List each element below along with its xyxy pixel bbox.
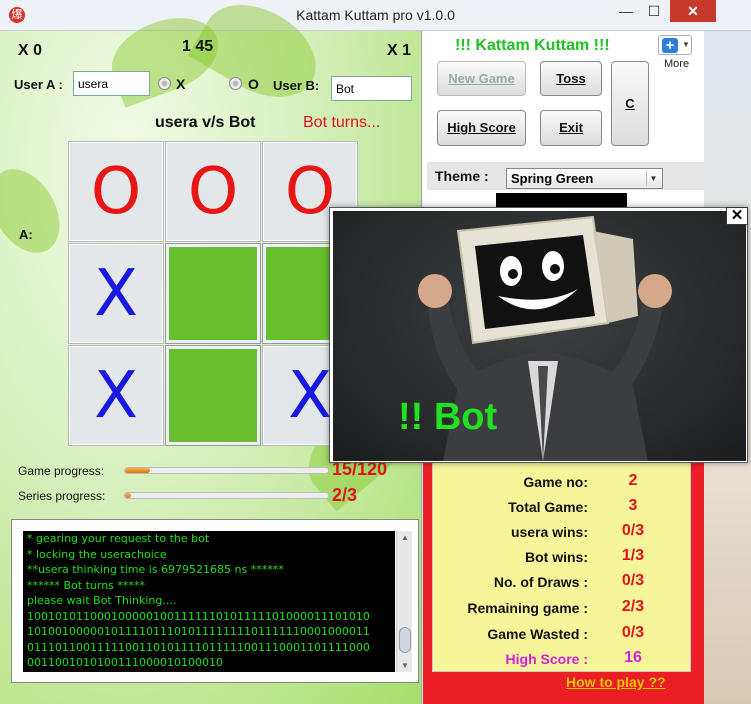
o-mark: O bbox=[284, 155, 336, 229]
board-cell[interactable]: O bbox=[68, 141, 164, 242]
stat-value: 16 bbox=[624, 649, 642, 666]
usera-input[interactable] bbox=[73, 71, 150, 96]
theme-select[interactable]: Spring Green ▼ bbox=[506, 168, 663, 189]
game-board: OOOXXX bbox=[68, 141, 360, 451]
stat-value: 1/3 bbox=[621, 547, 645, 564]
stat-label: High Score : bbox=[505, 651, 588, 667]
close-window-button[interactable]: ✕ bbox=[670, 0, 716, 22]
stat-value: 0/3 bbox=[621, 522, 645, 539]
app-name-heading: !!! Kattam Kuttam !!! bbox=[455, 37, 610, 54]
console-scrollbar[interactable]: ▲ ▼ bbox=[396, 531, 412, 672]
log-line: * gearing your request to the bot bbox=[27, 532, 210, 545]
stat-value: 0/3 bbox=[621, 572, 645, 589]
computer-head-man-illustration bbox=[418, 215, 672, 461]
stat-label: Game no: bbox=[523, 474, 588, 490]
stat-label: No. of Draws : bbox=[493, 574, 588, 590]
log-line: 1001010110001000001001111110101111101000… bbox=[27, 609, 370, 623]
radio-x[interactable] bbox=[158, 77, 171, 90]
stat-label: Total Game: bbox=[508, 499, 588, 515]
userb-input[interactable] bbox=[331, 76, 412, 101]
log-line: * locking the userachoice bbox=[27, 547, 167, 561]
x-mark: X bbox=[94, 359, 138, 433]
score-user-b: X 1 bbox=[387, 42, 412, 59]
stat-value: 2/3 bbox=[621, 598, 645, 615]
radio-o-label: O bbox=[248, 76, 259, 92]
board-cell[interactable] bbox=[165, 243, 261, 344]
more-label: More bbox=[664, 58, 690, 70]
exit-button[interactable]: Exit bbox=[540, 110, 602, 146]
popup-close-button[interactable]: ✕ bbox=[726, 207, 748, 225]
x-mark: X bbox=[288, 359, 332, 433]
theme-row: Theme : Spring Green ▼ bbox=[427, 162, 704, 190]
leaf-decoration bbox=[0, 157, 74, 265]
log-line: please wait Bot Thinking.... bbox=[27, 594, 177, 607]
stat-label: Game Wasted : bbox=[487, 626, 588, 642]
stat-label: usera wins: bbox=[510, 524, 588, 540]
usera-label: User A : bbox=[14, 77, 63, 92]
title-bar: 爆 Kattam Kuttam pro v1.0.0 — ☐ ✕ bbox=[0, 0, 751, 31]
series-progress-label: Series progress: bbox=[18, 489, 106, 503]
scroll-thumb[interactable] bbox=[399, 627, 411, 653]
toss-button[interactable]: Toss bbox=[540, 61, 602, 96]
stat-label: Remaining game : bbox=[467, 600, 588, 616]
series-progress-fill bbox=[125, 493, 132, 498]
radio-x-label: X bbox=[176, 76, 186, 92]
caret-down-icon: ▼ bbox=[682, 40, 690, 49]
new-game-button[interactable]: New Game bbox=[437, 61, 526, 96]
series-progress-value: 2/3 bbox=[332, 485, 358, 505]
board-cell[interactable]: X bbox=[68, 243, 164, 344]
bot-popup: !! Bot bbox=[329, 207, 748, 463]
chevron-down-icon[interactable]: ▼ bbox=[646, 171, 660, 186]
stat-value: 0/3 bbox=[621, 624, 645, 641]
score-user-a: X 0 bbox=[18, 42, 43, 59]
a-label: A: bbox=[19, 227, 33, 242]
turn-status: Bot turns... bbox=[303, 114, 381, 131]
stats-panel: Game no: 2 Total Game: 3 usera wins: 0/3 Bot w… bbox=[432, 461, 691, 672]
high-score-button[interactable]: High Score bbox=[437, 110, 526, 146]
game-progress-fill bbox=[125, 468, 151, 473]
app-window: 爆 Kattam Kuttam pro v1.0.0 — ☐ ✕ X 0 1 4… bbox=[0, 0, 751, 704]
c-button[interactable]: C bbox=[611, 61, 649, 146]
o-mark: O bbox=[187, 155, 239, 229]
minimize-button[interactable]: — bbox=[612, 0, 640, 22]
radio-o[interactable] bbox=[229, 77, 242, 90]
scroll-down-icon[interactable]: ▼ bbox=[401, 661, 409, 670]
board-cell[interactable]: O bbox=[165, 141, 261, 242]
o-mark: O bbox=[90, 155, 142, 229]
scroll-up-icon[interactable]: ▲ bbox=[401, 533, 409, 542]
log-output[interactable]: * gearing your request to the bot * lock… bbox=[23, 531, 395, 672]
userb-label: User B: bbox=[273, 78, 320, 93]
stat-value: 3 bbox=[628, 497, 638, 514]
popup-message: !! Bot bbox=[398, 396, 498, 438]
bot-image: !! Bot bbox=[333, 211, 746, 461]
theme-label: Theme : bbox=[435, 168, 489, 184]
board-cell[interactable] bbox=[165, 345, 261, 446]
plus-icon: + bbox=[662, 38, 678, 53]
log-line: ****** Bot turns ***** bbox=[27, 578, 145, 592]
series-progress-bar bbox=[124, 492, 329, 499]
log-line: 1010010000010111101110101111111101111110… bbox=[27, 625, 370, 638]
log-line: 0111011001111100110101111011111001110001… bbox=[27, 640, 370, 654]
more-button[interactable]: + ▼ bbox=[658, 35, 692, 55]
stat-value: 2 bbox=[628, 472, 638, 489]
maximize-button[interactable]: ☐ bbox=[640, 0, 668, 22]
x-mark: X bbox=[94, 257, 138, 331]
log-line: 0011001010100111000010100010 bbox=[27, 656, 223, 669]
stat-label: Bot wins: bbox=[525, 549, 588, 565]
board-cell[interactable]: X bbox=[68, 345, 164, 446]
game-progress-label: Game progress: bbox=[18, 464, 105, 478]
how-to-play-link[interactable]: How to play ?? bbox=[566, 674, 666, 690]
theme-selected-value: Spring Green bbox=[511, 171, 594, 186]
timer: 1 45 bbox=[182, 38, 214, 55]
log-line: **usera thinking time is 6979521685 ns *… bbox=[27, 563, 284, 576]
log-console: * gearing your request to the bot * lock… bbox=[11, 519, 419, 683]
game-progress-bar bbox=[124, 467, 329, 474]
versus-title: usera v/s Bot bbox=[155, 114, 256, 131]
theme-preview bbox=[496, 193, 627, 207]
